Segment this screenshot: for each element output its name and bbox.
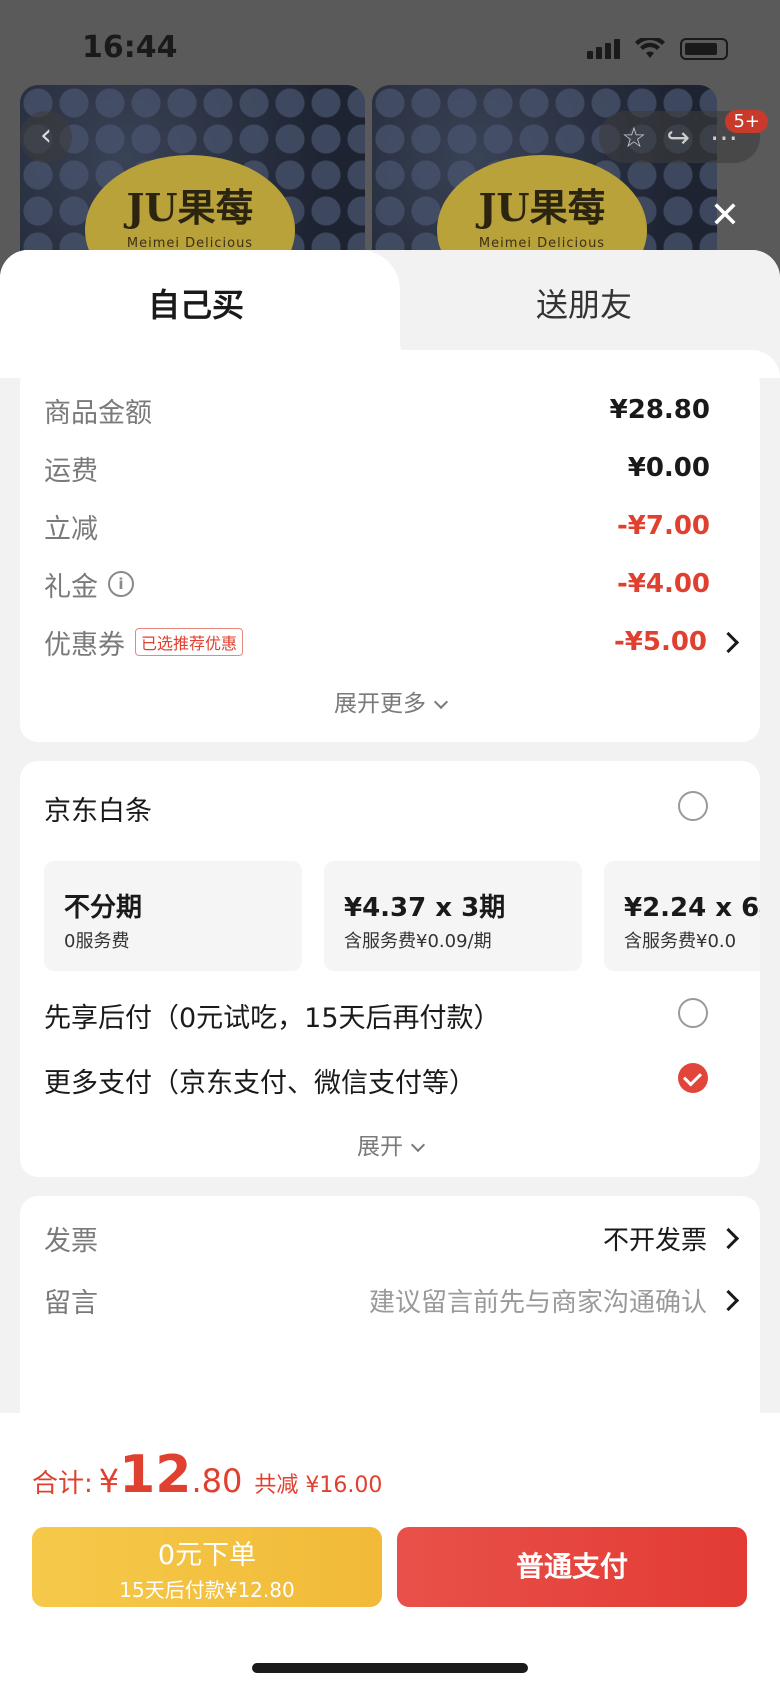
total-saving: 共减 ¥16.00 — [254, 1473, 383, 1498]
more-pay-radio-checked[interactable] — [678, 1063, 708, 1093]
chevron-right-icon — [717, 1289, 740, 1311]
expand-more-button[interactable]: 展开更多 — [20, 684, 760, 718]
status-time: 16:44 — [82, 30, 178, 65]
plan-option[interactable]: ¥2.24 x 6期 含服务费¥0.0 — [604, 861, 760, 971]
message-input[interactable]: 建议留言前先与商家沟通确认 — [369, 1282, 707, 1319]
message-row[interactable]: 留言 建议留言前先与商家沟通确认 — [44, 1280, 740, 1320]
coupon-tag: 已选推荐优惠 — [135, 628, 244, 656]
tab-bar: 自己买 送朋友 — [0, 250, 780, 378]
wifi-icon — [635, 38, 665, 58]
price-row-shipping: 运费 ¥0.00 — [44, 453, 710, 487]
normal-pay-button[interactable]: 普通支付 — [397, 1527, 747, 1607]
tab-self-buy[interactable]: 自己买 — [0, 250, 440, 378]
home-indicator[interactable] — [252, 1663, 528, 1673]
back-button[interactable]: ‹ — [20, 111, 72, 163]
plan-option[interactable]: ¥4.37 x 3期 含服务费¥0.09/期 — [324, 861, 582, 971]
baitiao-radio[interactable] — [678, 791, 708, 821]
pay-later-radio[interactable] — [678, 998, 708, 1028]
checkout-footer: 合计: ¥ 12 .80 共减 ¥16.00 0元下单 15天后付款¥12.80… — [0, 1413, 780, 1688]
info-icon[interactable]: i — [108, 571, 134, 597]
zero-yuan-order-button[interactable]: 0元下单 15天后付款¥12.80 — [32, 1527, 382, 1607]
status-bar: 16:44 — [0, 0, 780, 100]
baitiao-title: 京东白条 — [44, 796, 152, 827]
chevron-right-icon — [717, 631, 740, 653]
price-row-cash-gift: 礼金 i -¥4.00 — [44, 569, 710, 603]
price-row-goods: 商品金额 ¥28.80 — [44, 395, 710, 429]
tab-gift[interactable]: 送朋友 — [536, 280, 632, 326]
invoice-row[interactable]: 发票 不开发票 — [44, 1218, 740, 1258]
signal-icon — [587, 39, 620, 59]
chevron-right-icon — [717, 1227, 740, 1249]
more-pay-option[interactable]: 更多支付（京东支付、微信支付等） — [44, 1061, 476, 1100]
close-icon[interactable]: ✕ — [710, 198, 740, 234]
payment-card: 京东白条 不分期 0服务费 ¥4.37 x 3期 含服务费¥0.09/期 ¥2.… — [20, 761, 760, 1177]
share-icon[interactable]: ↪ — [667, 121, 690, 154]
star-icon[interactable]: ☆ — [621, 121, 646, 154]
chevron-down-icon — [410, 1137, 426, 1153]
price-row-discount: 立减 -¥7.00 — [44, 511, 710, 545]
price-row-coupon[interactable]: 优惠券 已选推荐优惠 -¥5.00 — [44, 622, 740, 662]
price-card: 商品金额 ¥28.80 运费 ¥0.00 立减 -¥7.00 礼金 i -¥4.0… — [20, 366, 760, 742]
battery-icon — [680, 38, 728, 60]
tab-self-buy-label: 自己买 — [148, 286, 245, 324]
chevron-down-icon — [433, 694, 449, 710]
expand-button[interactable]: 展开 — [20, 1127, 760, 1161]
cart-badge: 5+ — [725, 110, 768, 133]
pay-later-option[interactable]: 先享后付（0元试吃，15天后再付款） — [44, 996, 501, 1035]
plan-option[interactable]: 不分期 0服务费 — [44, 861, 302, 971]
extra-card: 发票 不开发票 留言 建议留言前先与商家沟通确认 — [20, 1196, 760, 1436]
total-price: 合计: ¥ 12 .80 共减 ¥16.00 — [32, 1445, 383, 1505]
installment-plans: 不分期 0服务费 ¥4.37 x 3期 含服务费¥0.09/期 ¥2.24 x … — [44, 861, 760, 971]
